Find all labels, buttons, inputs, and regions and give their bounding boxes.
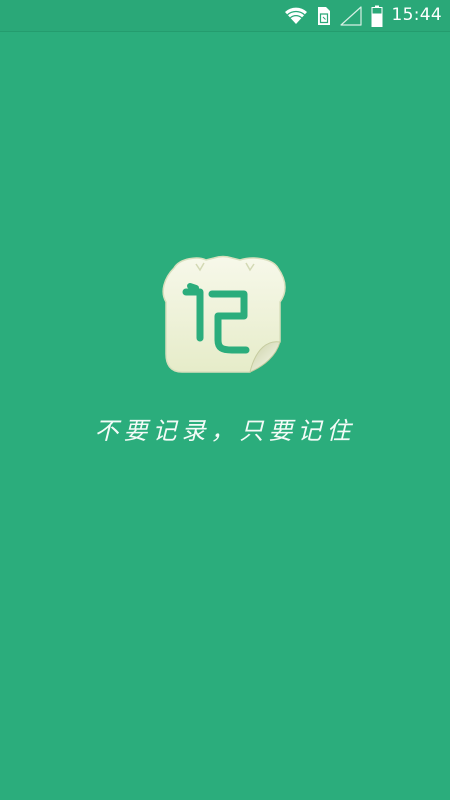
status-bar: 15:44 bbox=[0, 0, 450, 32]
status-time: 15:44 bbox=[391, 5, 442, 25]
wifi-icon bbox=[284, 7, 308, 25]
slogan-text: 不要记录，只要记住 bbox=[94, 417, 356, 445]
sim-card-icon bbox=[317, 6, 331, 26]
status-icons: 15:44 bbox=[284, 0, 443, 31]
cellular-signal-icon bbox=[339, 5, 362, 26]
splash-screen: 15:44 不要记录，只要记住 bbox=[0, 0, 450, 800]
battery-icon bbox=[371, 5, 383, 27]
note-ji-logo-icon bbox=[160, 252, 292, 376]
